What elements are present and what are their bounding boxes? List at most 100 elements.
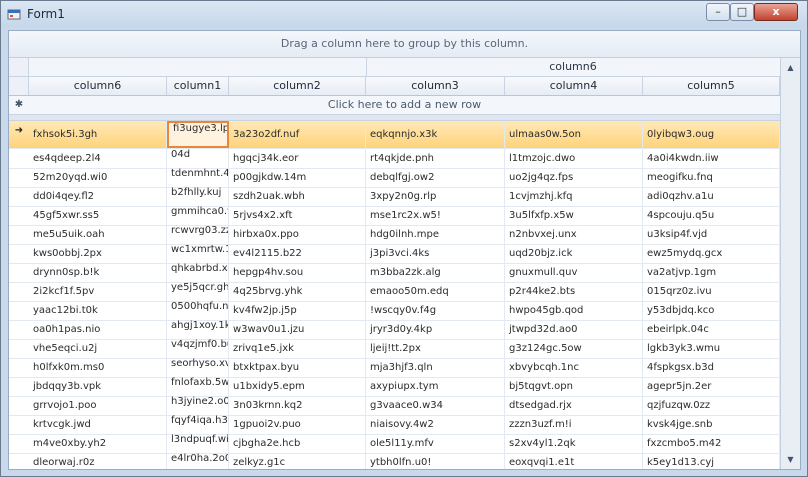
table-cell[interactable]: va2atjvp.1gm	[643, 263, 780, 282]
table-cell[interactable]: u3ksip4f.vjd	[643, 225, 780, 244]
table-cell[interactable]: 3n03krnn.kq2	[229, 396, 366, 415]
table-cell[interactable]: eoxqvqi1.e1t	[505, 453, 643, 469]
table-row[interactable]: yaac12bi.t0k0500hqfu.nmbkv4fw2jp.j5p!wsc…	[9, 301, 780, 321]
table-cell[interactable]: es4qdeep.2l4	[29, 149, 167, 168]
table-cell[interactable]: rt4qkjde.pnh	[366, 149, 505, 168]
table-row[interactable]: me5u5uik.oahrcwvrg03.zzqhirbxa0x.ppohdg0…	[9, 225, 780, 245]
table-cell[interactable]: cjbgha2e.hcb	[229, 434, 366, 453]
table-cell[interactable]: uqd20bjz.ick	[505, 244, 643, 263]
table-cell[interactable]: 2i2kcf1f.5pv	[29, 282, 167, 301]
table-row-selected[interactable]: ➜ fxhsok5i.3gh fi3ugye3.lpm 3a23o2df.nuf…	[9, 121, 780, 149]
table-row[interactable]: grrvojo1.pooh3jyine2.o0n3n03krnn.kq2g3va…	[9, 396, 780, 416]
scroll-down-icon[interactable]: ▼	[783, 452, 798, 467]
band-header-column6[interactable]: column6	[366, 58, 780, 76]
table-row[interactable]: jbdqqy3b.vpkfnlofaxb.5w3u1bxidy5.epmaxyp…	[9, 377, 780, 397]
table-row[interactable]: vhe5eqci.u2jv4qzjmf0.buuzrivq1e5.jxkljei…	[9, 339, 780, 359]
column-header-column4[interactable]: column4	[505, 77, 643, 95]
close-button[interactable]: x	[754, 3, 798, 21]
table-cell[interactable]: dtsedgad.rjx	[505, 396, 643, 415]
table-cell[interactable]: qzjfuzqw.0zz	[643, 396, 780, 415]
table-cell[interactable]: mja3hjf3.qln	[366, 358, 505, 377]
table-cell[interactable]: l3ndpuqf.wiv	[167, 434, 229, 453]
table-cell[interactable]: 45gf5xwr.ss5	[29, 206, 167, 225]
table-cell[interactable]: hgqcj34k.eor	[229, 149, 366, 168]
table-cell[interactable]: 3a23o2df.nuf	[229, 121, 366, 148]
table-cell[interactable]: gmmihca0.wiy	[167, 206, 229, 225]
table-cell[interactable]: ytbh0lfn.u0!	[366, 453, 505, 469]
table-cell[interactable]: g3z124gc.5ow	[505, 339, 643, 358]
table-cell[interactable]: ahgj1xoy.1kz	[167, 320, 229, 339]
table-cell[interactable]: axypiupx.tym	[366, 377, 505, 396]
table-cell[interactable]: p2r44ke2.bts	[505, 282, 643, 301]
table-cell[interactable]: kvsk4jge.snb	[643, 415, 780, 434]
table-cell[interactable]: btxktpax.byu	[229, 358, 366, 377]
table-cell[interactable]: dleorwaj.r0z	[29, 453, 167, 469]
table-cell[interactable]: y53dbjdq.kco	[643, 301, 780, 320]
table-cell[interactable]: s2xv4yl1.2qk	[505, 434, 643, 453]
table-cell[interactable]: m3bba2zk.alg	[366, 263, 505, 282]
table-cell[interactable]: m4ve0xby.yh2	[29, 434, 167, 453]
table-cell[interactable]: b2fhlly.kuj	[167, 187, 229, 206]
table-cell[interactable]: xbvybcqh.1nc	[505, 358, 643, 377]
table-cell[interactable]: n2nbvxej.unx	[505, 225, 643, 244]
table-cell[interactable]: zrivq1e5.jxk	[229, 339, 366, 358]
table-cell[interactable]: 52m20yqd.wi0	[29, 168, 167, 187]
table-cell[interactable]: l1tmzojc.dwo	[505, 149, 643, 168]
table-row[interactable]: m4ve0xby.yh2 l3ndpuqf.wiv cjbgha2e.hcb ole5…	[9, 434, 780, 454]
table-cell[interactable]: uo2jg4qz.fps	[505, 168, 643, 187]
table-cell[interactable]: agepr5jn.2er	[643, 377, 780, 396]
table-cell[interactable]: wc1xmrtw.1ub	[167, 244, 229, 263]
grid-view[interactable]: Drag a column here to group by this colu…	[8, 30, 801, 470]
column-header-column3[interactable]: column3	[366, 77, 505, 95]
column-header-column5[interactable]: column5	[643, 77, 780, 95]
table-cell[interactable]: me5u5uik.oah	[29, 225, 167, 244]
table-cell[interactable]: vhe5eqci.u2j	[29, 339, 167, 358]
table-cell[interactable]: zelkyz.g1c	[229, 453, 366, 469]
table-row[interactable]: dd0i4qey.fl2 b2fhlly.kuj szdh2uak.wbh 3xpy2…	[9, 187, 780, 207]
table-cell[interactable]: emaoo50m.edq	[366, 282, 505, 301]
table-cell[interactable]: eqkqnnjo.x3k	[366, 121, 505, 148]
table-cell[interactable]: hdg0ilnh.mpe	[366, 225, 505, 244]
table-cell[interactable]: h3jyine2.o0n	[167, 396, 229, 415]
table-cell[interactable]: w3wav0u1.jzu	[229, 320, 366, 339]
table-cell[interactable]: fqyf4iqa.h3s	[167, 415, 229, 434]
table-cell[interactable]: szdh2uak.wbh	[229, 187, 366, 206]
table-cell[interactable]: ljeij!tt.2px	[366, 339, 505, 358]
table-cell[interactable]: 0lyibqw3.oug	[643, 121, 780, 148]
table-cell[interactable]: seorhyso.xv0	[167, 358, 229, 377]
table-cell[interactable]: bj5tqgvt.opn	[505, 377, 643, 396]
table-cell[interactable]: 3u5lfxfp.x5w	[505, 206, 643, 225]
table-cell[interactable]: 4a0i4kwdn.iiw	[643, 149, 780, 168]
table-cell[interactable]: jryr3d0y.4kp	[366, 320, 505, 339]
table-cell[interactable]: hepgp4hv.sou	[229, 263, 366, 282]
table-row[interactable]: kws0obbj.2pxwc1xmrtw.1ubev4l2115.b22j3pi…	[9, 244, 780, 264]
table-row[interactable]: oa0h1pas.nioahgj1xoy.1kzw3wav0u1.jzujryr…	[9, 320, 780, 340]
table-cell[interactable]: meogifku.fnq	[643, 168, 780, 187]
table-cell[interactable]: hwpo45gb.qod	[505, 301, 643, 320]
table-row[interactable]: h0lfxk0m.ms0seorhyso.xv0btxktpax.byumja3…	[9, 358, 780, 378]
table-cell[interactable]: fxhsok5i.3gh	[29, 121, 167, 148]
table-cell[interactable]: mse1rc2x.w5!	[366, 206, 505, 225]
column-header-column6[interactable]: column6	[29, 77, 167, 95]
table-cell[interactable]: ewz5mydq.gcx	[643, 244, 780, 263]
table-cell[interactable]: grrvojo1.poo	[29, 396, 167, 415]
table-cell[interactable]: 1cvjmzhj.kfq	[505, 187, 643, 206]
table-cell[interactable]: krtvcgk.jwd	[29, 415, 167, 434]
maximize-button[interactable]: □	[730, 3, 754, 21]
group-panel[interactable]: Drag a column here to group by this colu…	[9, 31, 800, 58]
table-cell[interactable]: kws0obbj.2px	[29, 244, 167, 263]
table-cell[interactable]: fxzcmbo5.m42	[643, 434, 780, 453]
table-cell[interactable]: 015qrz0z.ivu	[643, 282, 780, 301]
table-cell[interactable]: debqlfgj.ow2	[366, 168, 505, 187]
table-row[interactable]: 45gf5xwr.ss5gmmihca0.wiy5rjvs4x2.xftmse1…	[9, 206, 780, 226]
table-row[interactable]: dleorwaj.r0z e4lr0ha.2o0 zelkyz.g1c ytbh0lf…	[9, 453, 780, 469]
column-header-column2[interactable]: column2	[229, 77, 366, 95]
table-cell[interactable]: j3pi3vci.4ks	[366, 244, 505, 263]
table-cell[interactable]: adi0qzhv.a1u	[643, 187, 780, 206]
column-header-column1[interactable]: column1	[167, 77, 229, 95]
table-cell[interactable]: k5ey1d13.cyj	[643, 453, 780, 469]
table-cell[interactable]: ye5j5qcr.gh5	[167, 282, 229, 301]
table-cell[interactable]: 1gpuoi2v.puo	[229, 415, 366, 434]
table-cell[interactable]: g3vaace0.w34	[366, 396, 505, 415]
minimize-button[interactable]: –	[706, 3, 730, 21]
